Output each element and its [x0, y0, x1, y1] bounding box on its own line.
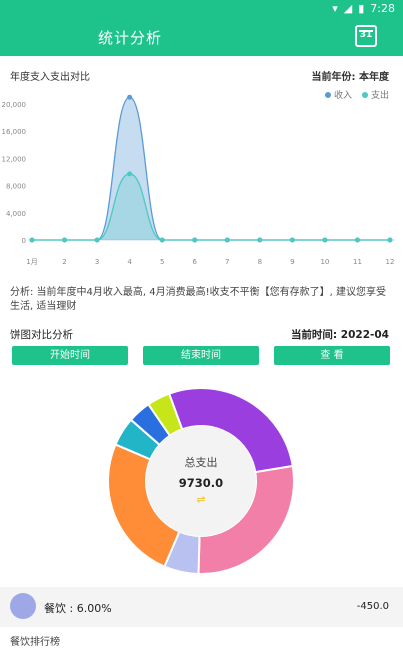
data-point — [62, 237, 68, 243]
y-tick-label: 8,000 — [6, 183, 26, 191]
y-tick-label: 20,000 — [2, 101, 27, 109]
swap-icon[interactable]: ⇌ — [151, 493, 251, 506]
page-title: 统计分析 — [98, 29, 163, 47]
status-bar: ▾ ◢ ▮ 7:28 — [0, 0, 403, 18]
income-expense-line-chart: 0 4,000 8,000 12,000 16,000 20,000 1月 2 3 4 5 6 7 8 9 1… — [2, 94, 395, 266]
y-tick-label: 0 — [22, 237, 26, 245]
data-point — [94, 237, 100, 243]
pie-section-title: 饼图对比分析 — [10, 329, 73, 341]
line-section-title: 年度支入支出对比 — [10, 72, 90, 83]
ranking-title: 餐饮排行榜 — [10, 637, 60, 648]
series-area — [32, 97, 390, 240]
clock: 7:28 — [370, 2, 395, 15]
data-point — [354, 237, 360, 243]
x-tick-label: 1月 — [26, 258, 37, 266]
data-point — [387, 237, 393, 243]
series-area — [32, 173, 390, 240]
data-point — [257, 237, 263, 243]
y-tick-label: 4,000 — [6, 210, 26, 218]
battery-icon: ▮ — [358, 2, 365, 15]
data-point — [127, 171, 133, 177]
x-tick-label: 2 — [62, 258, 66, 266]
category-label: 餐饮 : 6.00% — [44, 602, 112, 615]
x-tick-label: 6 — [192, 258, 197, 266]
wifi-icon: ▾ — [332, 2, 338, 15]
x-tick-label: 3 — [95, 258, 99, 266]
start-time-button[interactable]: 开始时间 — [12, 346, 128, 365]
signal-icon: ◢ — [343, 2, 353, 15]
x-tick-label: 4 — [127, 258, 132, 266]
current-time: 当前时间: 2022-04 — [290, 329, 389, 341]
data-point — [322, 237, 328, 243]
x-tick-label: 9 — [290, 258, 294, 266]
x-tick-label: 7 — [225, 258, 229, 266]
donut-center-title: 总支出 — [184, 456, 218, 469]
category-summary[interactable]: 餐饮 : 6.00% -450.0 — [0, 587, 403, 627]
y-tick-label: 16,000 — [2, 128, 27, 136]
series-line — [31, 96, 390, 241]
x-tick-label: 10 — [320, 258, 329, 266]
x-tick-label: 12 — [386, 258, 395, 266]
data-point — [289, 237, 295, 243]
x-tick-label: 8 — [258, 258, 262, 266]
view-button[interactable]: 查 看 — [274, 346, 390, 365]
year-selector[interactable]: 当前年份: 本年度 — [312, 68, 389, 83]
data-point — [192, 237, 198, 243]
calendar-icon[interactable]: 31 — [355, 25, 377, 47]
y-tick-label: 12,000 — [2, 155, 27, 163]
category-icon — [10, 593, 36, 619]
series-line — [31, 173, 390, 241]
data-point — [127, 94, 133, 100]
analysis-text: 分析: 当前年度中4月收入最高, 4月消费最高!收支不平衡【您有存款了】, 建议… — [10, 287, 386, 312]
x-tick-label: 5 — [160, 258, 164, 266]
data-point — [224, 237, 230, 243]
x-tick-label: 11 — [353, 258, 362, 266]
end-time-button[interactable]: 结束时间 — [143, 346, 259, 365]
category-amount: -450.0 — [356, 601, 389, 612]
data-point — [159, 237, 165, 243]
data-point — [29, 237, 35, 243]
app-bar: 统计分析 31 — [0, 18, 403, 56]
donut-center-value: 9730.0 — [178, 476, 224, 490]
